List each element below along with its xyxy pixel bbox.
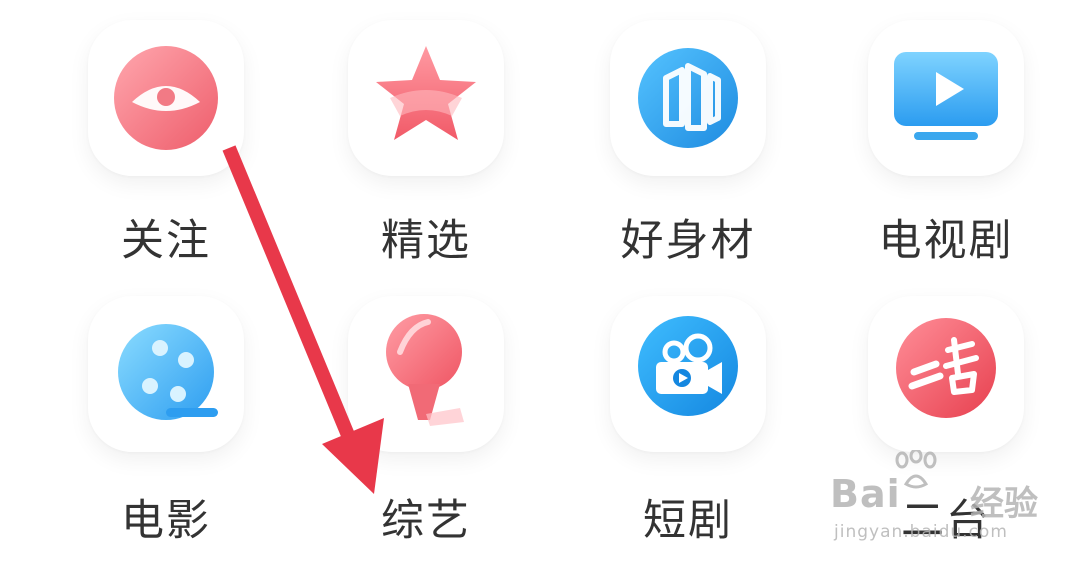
- channel-tile-channel-two[interactable]: [868, 296, 1024, 452]
- channel-label-variety: 综艺: [381, 496, 471, 546]
- channel-tile-variety[interactable]: [348, 296, 504, 452]
- microphone-icon: [386, 314, 464, 426]
- channel-two-icon: [896, 318, 996, 418]
- channel-tile-tv[interactable]: [868, 20, 1024, 176]
- channel-tile-short-drama[interactable]: [610, 296, 766, 452]
- film-reel-icon: [118, 324, 218, 420]
- channel-label-channel-two: 二台: [901, 496, 991, 546]
- tv-play-icon: [894, 52, 998, 140]
- app-channel-grid: 关注 精选 好身材 电视剧 电影 综艺 短剧 二台 Bai 经验 jingyan…: [0, 0, 1080, 568]
- star-icon: [376, 46, 476, 140]
- paw-icon: [895, 450, 937, 489]
- channel-tile-follow[interactable]: [88, 20, 244, 176]
- channel-label-fitness: 好身材: [620, 216, 756, 266]
- channel-label-short-drama: 短剧: [643, 496, 733, 546]
- channel-label-tv: 电视剧: [878, 216, 1014, 266]
- fitness-logo-icon: [638, 48, 738, 148]
- eye-icon: [114, 46, 218, 150]
- channel-tile-movie[interactable]: [88, 296, 244, 452]
- channel-tile-featured[interactable]: [348, 20, 504, 176]
- channel-label-featured: 精选: [381, 216, 471, 266]
- channel-tile-fitness[interactable]: [610, 20, 766, 176]
- channel-label-follow: 关注: [121, 216, 211, 266]
- video-camera-icon: [638, 316, 738, 416]
- channel-label-movie: 电影: [121, 496, 211, 546]
